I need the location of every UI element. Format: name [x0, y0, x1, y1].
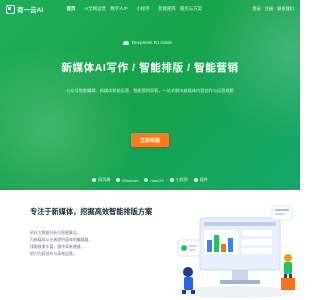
nav-link-home[interactable]: 首页	[59, 6, 83, 12]
platform-item[interactable]: 插件	[193, 177, 208, 183]
platform-label: 插件	[199, 177, 208, 182]
platform-item[interactable]: 小程序	[169, 177, 188, 183]
feature-illustration	[175, 205, 295, 298]
nav-links: 首页 AI全网运营 数字人IP 小程序 智能矩阵 服务与方案	[59, 6, 203, 12]
feature-desc-line: 为新媒体从业者提供高效的编辑器，	[30, 237, 93, 242]
platform-label: Windows	[122, 177, 139, 183]
feature-description: 依托大数据分析与智能算法， 为新媒体从业者提供高效的编辑器， 排版效果丰富，操作…	[30, 229, 150, 257]
brand-name: 有一云AI	[17, 7, 43, 14]
platform-label: 小程序	[175, 177, 188, 182]
apple-icon	[144, 178, 149, 182]
hero-headline: 新媒体AI写作 / 智能排版 / 智能营销	[61, 62, 239, 74]
logo-icon	[6, 4, 15, 14]
register-link[interactable]: 注册	[265, 6, 273, 12]
feature-title: 专注于新媒体，挖掘高效智能排版方案	[30, 207, 153, 216]
web-icon	[92, 178, 97, 182]
logo[interactable]: 有一云AI	[6, 4, 43, 14]
feature-desc-line: 依托大数据分析与智能算法，	[30, 230, 81, 235]
platform-item[interactable]: macOS	[144, 177, 164, 183]
nav-link-ai-ops[interactable]: AI全网运营	[83, 6, 107, 12]
nav-link-miniprogram[interactable]: 小程序	[131, 6, 155, 12]
platform-label: 网页端	[98, 177, 111, 182]
try-now-button[interactable]: 立即体验	[131, 133, 169, 147]
platform-item[interactable]: 网页端	[92, 177, 110, 183]
top-nav: 有一云AI 首页 AI全网运营 数字人IP 小程序 智能矩阵 服务与方案 登录 …	[0, 0, 300, 18]
plugin-icon	[193, 178, 198, 182]
feature-desc-line: 助力内容创作与高效运营。	[30, 251, 77, 256]
nav-link-digital-human[interactable]: 数字人IP	[107, 6, 131, 12]
nav-actions: 登录 注册 联系我们	[252, 6, 294, 12]
deepseek-badge: DeepSeek R1 inside	[123, 40, 172, 45]
platform-item[interactable]: Windows	[116, 177, 138, 183]
login-link[interactable]: 登录	[252, 6, 260, 12]
hero-section: 有一云AI 首页 AI全网运营 数字人IP 小程序 智能矩阵 服务与方案 登录 …	[0, 0, 300, 190]
platform-label: macOS	[150, 177, 164, 183]
platform-list: 网页端 Windows macOS 小程序 插件	[0, 177, 300, 183]
badge-text: DeepSeek R1 inside	[132, 40, 173, 45]
windows-icon	[116, 178, 121, 182]
miniprogram-icon	[169, 178, 174, 182]
feature-desc-line: 排版效果丰富，操作简单便捷，	[30, 244, 85, 249]
whale-icon	[123, 40, 129, 45]
contact-link[interactable]: 联系我们	[277, 6, 294, 12]
nav-link-services[interactable]: 服务与方案	[179, 6, 203, 12]
nav-link-matrix[interactable]: 智能矩阵	[155, 6, 179, 12]
hero-subline: 公众号智能编辑、新媒体智能运营、智能营销获客，一站式解决新媒体内容创作与运营难题	[66, 88, 234, 93]
